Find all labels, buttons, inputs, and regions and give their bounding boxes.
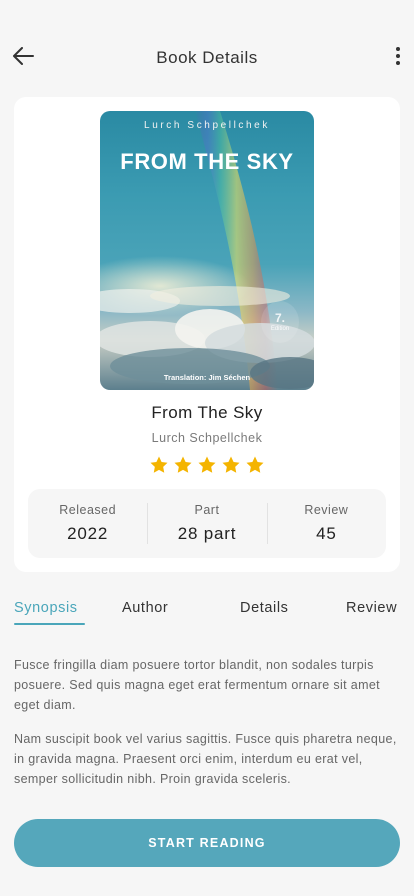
edition-badge: 7. Edition <box>261 301 299 343</box>
tab-details[interactable]: Details <box>240 600 289 616</box>
active-tab-indicator <box>14 623 85 625</box>
stat-label: Part <box>194 503 220 517</box>
book-title: From The Sky <box>151 403 263 422</box>
book-details-screen: Book Details Lurch Schpellchek FROM THE … <box>0 0 414 896</box>
star-icon <box>174 456 192 473</box>
edition-number: 7. <box>274 310 285 325</box>
arrow-left-icon <box>12 46 34 70</box>
book-author[interactable]: Lurch Schpellchek <box>14 431 400 445</box>
book-stats: Released 2022 Part 28 part Review 45 <box>28 489 386 558</box>
star-icon <box>246 456 264 473</box>
synopsis-paragraph: Nam suscipit book vel varius sagittis. F… <box>14 732 397 786</box>
stat-part: Part 28 part <box>147 489 266 558</box>
stat-value: 45 <box>316 524 337 543</box>
stat-label: Released <box>59 503 117 517</box>
back-button[interactable] <box>10 46 36 70</box>
book-card: Lurch Schpellchek FROM THE SKY 7. Editio… <box>14 97 400 572</box>
cover-title: FROM THE SKY <box>120 149 294 174</box>
book-cover[interactable]: Lurch Schpellchek FROM THE SKY 7. Editio… <box>100 111 314 390</box>
header: Book Details <box>0 38 414 78</box>
cover-translation: Translation: Jim Séchen <box>163 373 251 382</box>
tab-author[interactable]: Author <box>122 600 168 616</box>
more-options-button[interactable] <box>390 46 406 70</box>
start-reading-button[interactable]: START READING <box>14 819 400 867</box>
stat-released: Released 2022 <box>28 489 147 558</box>
tab-review[interactable]: Review <box>346 600 397 616</box>
star-icon <box>150 456 168 473</box>
page-title: Book Details <box>156 48 258 67</box>
star-icon <box>198 456 216 473</box>
star-rating <box>14 455 400 475</box>
stat-review: Review 45 <box>266 489 386 558</box>
more-vertical-icon <box>396 46 400 71</box>
stat-value: 2022 <box>67 524 109 543</box>
synopsis-content: Fusce fringilla diam posuere tortor blan… <box>14 655 400 789</box>
tab-synopsis[interactable]: Synopsis <box>14 600 78 616</box>
synopsis-paragraph: Fusce fringilla diam posuere tortor blan… <box>14 658 380 712</box>
cover-author: Lurch Schpellchek <box>144 120 270 131</box>
tab-bar: Synopsis Author Details Review <box>14 600 414 628</box>
stat-value: 28 part <box>177 524 237 543</box>
stat-label: Review <box>304 503 349 517</box>
edition-label: Edition <box>270 325 290 332</box>
star-icon <box>222 456 240 473</box>
